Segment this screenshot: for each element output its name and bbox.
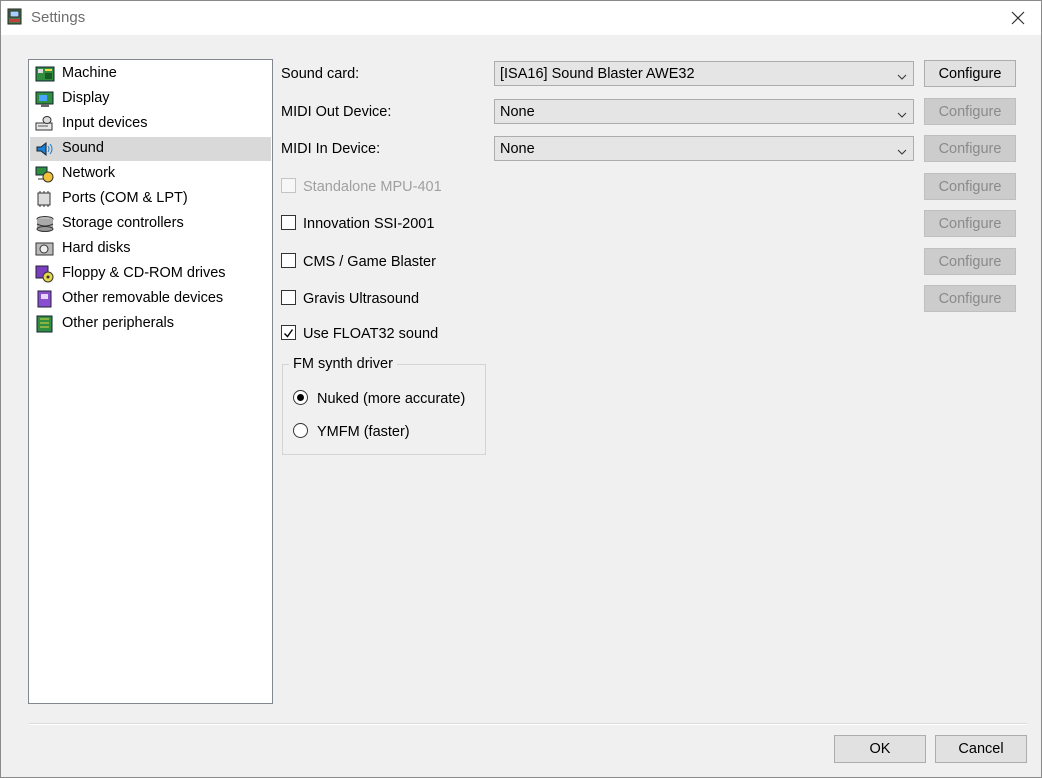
innovation-checkbox[interactable] [281, 215, 296, 230]
category-item-hard-disks[interactable]: Hard disks [30, 237, 271, 261]
display-icon [35, 90, 55, 108]
midi-out-value: None [500, 104, 535, 120]
float32-label: Use FLOAT32 sound [303, 326, 439, 342]
category-item-storage-controllers[interactable]: Storage controllers [30, 212, 271, 236]
fm-synth-title: FM synth driver [289, 356, 397, 372]
midi-in-label: MIDI In Device: [281, 141, 381, 157]
category-item-ports[interactable]: Ports (COM & LPT) [30, 187, 271, 211]
gravis-checkbox[interactable] [281, 290, 296, 305]
category-label: Input devices [62, 115, 148, 131]
category-item-sound[interactable]: Sound [30, 137, 271, 161]
midi-in-select[interactable]: None [494, 136, 914, 161]
ymfm-label: YMFM (faster) [317, 424, 410, 440]
nuked-radio[interactable] [293, 390, 308, 405]
category-label: Display [62, 90, 110, 106]
app-icon [6, 8, 24, 26]
dialog-separator [29, 723, 1027, 725]
category-list[interactable]: Machine Display Input devices Sound Netw… [28, 59, 273, 704]
machine-icon [35, 65, 55, 83]
floppy-cdrom-icon [35, 265, 55, 283]
gravis-configure-button[interactable]: Configure [924, 285, 1016, 312]
innovation-configure-button[interactable]: Configure [924, 210, 1016, 237]
hard-disk-icon [35, 240, 55, 258]
standalone-mpu-configure-button[interactable]: Configure [924, 173, 1016, 200]
nuked-label: Nuked (more accurate) [317, 391, 466, 407]
standalone-mpu-checkbox[interactable] [281, 178, 296, 193]
category-label: Storage controllers [62, 215, 184, 231]
category-item-network[interactable]: Network [30, 162, 271, 186]
close-icon[interactable] [995, 1, 1041, 35]
category-item-other-peripherals[interactable]: Other peripherals [30, 312, 271, 336]
standalone-mpu-label: Standalone MPU-401 [303, 179, 442, 195]
category-label: Sound [62, 140, 104, 156]
midi-in-configure-button[interactable]: Configure [924, 135, 1016, 162]
midi-out-label: MIDI Out Device: [281, 104, 392, 120]
removable-devices-icon [35, 290, 55, 308]
ports-icon [35, 190, 55, 208]
ok-button[interactable]: OK [834, 735, 926, 763]
check-icon [283, 327, 294, 343]
input-devices-icon [35, 115, 55, 133]
category-item-display[interactable]: Display [30, 87, 271, 111]
midi-in-value: None [500, 141, 535, 157]
category-item-floppy-cdrom[interactable]: Floppy & CD-ROM drives [30, 262, 271, 286]
sound-card-label: Sound card: [281, 66, 360, 82]
network-icon [35, 165, 55, 183]
cms-configure-button[interactable]: Configure [924, 248, 1016, 275]
chevron-down-icon [897, 69, 907, 80]
cancel-button[interactable]: Cancel [935, 735, 1027, 763]
chevron-down-icon [897, 107, 907, 118]
midi-out-configure-button[interactable]: Configure [924, 98, 1016, 125]
category-item-input-devices[interactable]: Input devices [30, 112, 271, 136]
category-label: Other removable devices [62, 290, 224, 306]
title-bar: Settings [1, 1, 1041, 35]
category-label: Floppy & CD-ROM drives [62, 265, 226, 281]
window-title: Settings [31, 9, 86, 26]
settings-window: Settings Machine Display Input devices S… [0, 0, 1042, 778]
cms-checkbox[interactable] [281, 253, 296, 268]
peripherals-icon [35, 315, 55, 333]
category-label: Ports (COM & LPT) [62, 190, 188, 206]
cms-label: CMS / Game Blaster [303, 254, 436, 270]
category-label: Hard disks [62, 240, 131, 256]
category-label: Network [62, 165, 116, 181]
sound-card-select[interactable]: [ISA16] Sound Blaster AWE32 [494, 61, 914, 86]
category-item-removable-devices[interactable]: Other removable devices [30, 287, 271, 311]
midi-out-select[interactable]: None [494, 99, 914, 124]
sound-card-value: [ISA16] Sound Blaster AWE32 [500, 66, 695, 82]
category-label: Machine [62, 65, 117, 81]
fm-synth-groupbox [282, 364, 486, 455]
storage-controllers-icon [35, 215, 55, 233]
category-label: Other peripherals [62, 315, 175, 331]
innovation-label: Innovation SSI-2001 [303, 216, 435, 232]
sound-card-configure-button[interactable]: Configure [924, 60, 1016, 87]
float32-checkbox[interactable] [281, 325, 296, 340]
gravis-label: Gravis Ultrasound [303, 291, 420, 307]
ymfm-radio[interactable] [293, 423, 308, 438]
chevron-down-icon [897, 144, 907, 155]
category-item-machine[interactable]: Machine [30, 62, 271, 86]
sound-icon [35, 140, 55, 158]
